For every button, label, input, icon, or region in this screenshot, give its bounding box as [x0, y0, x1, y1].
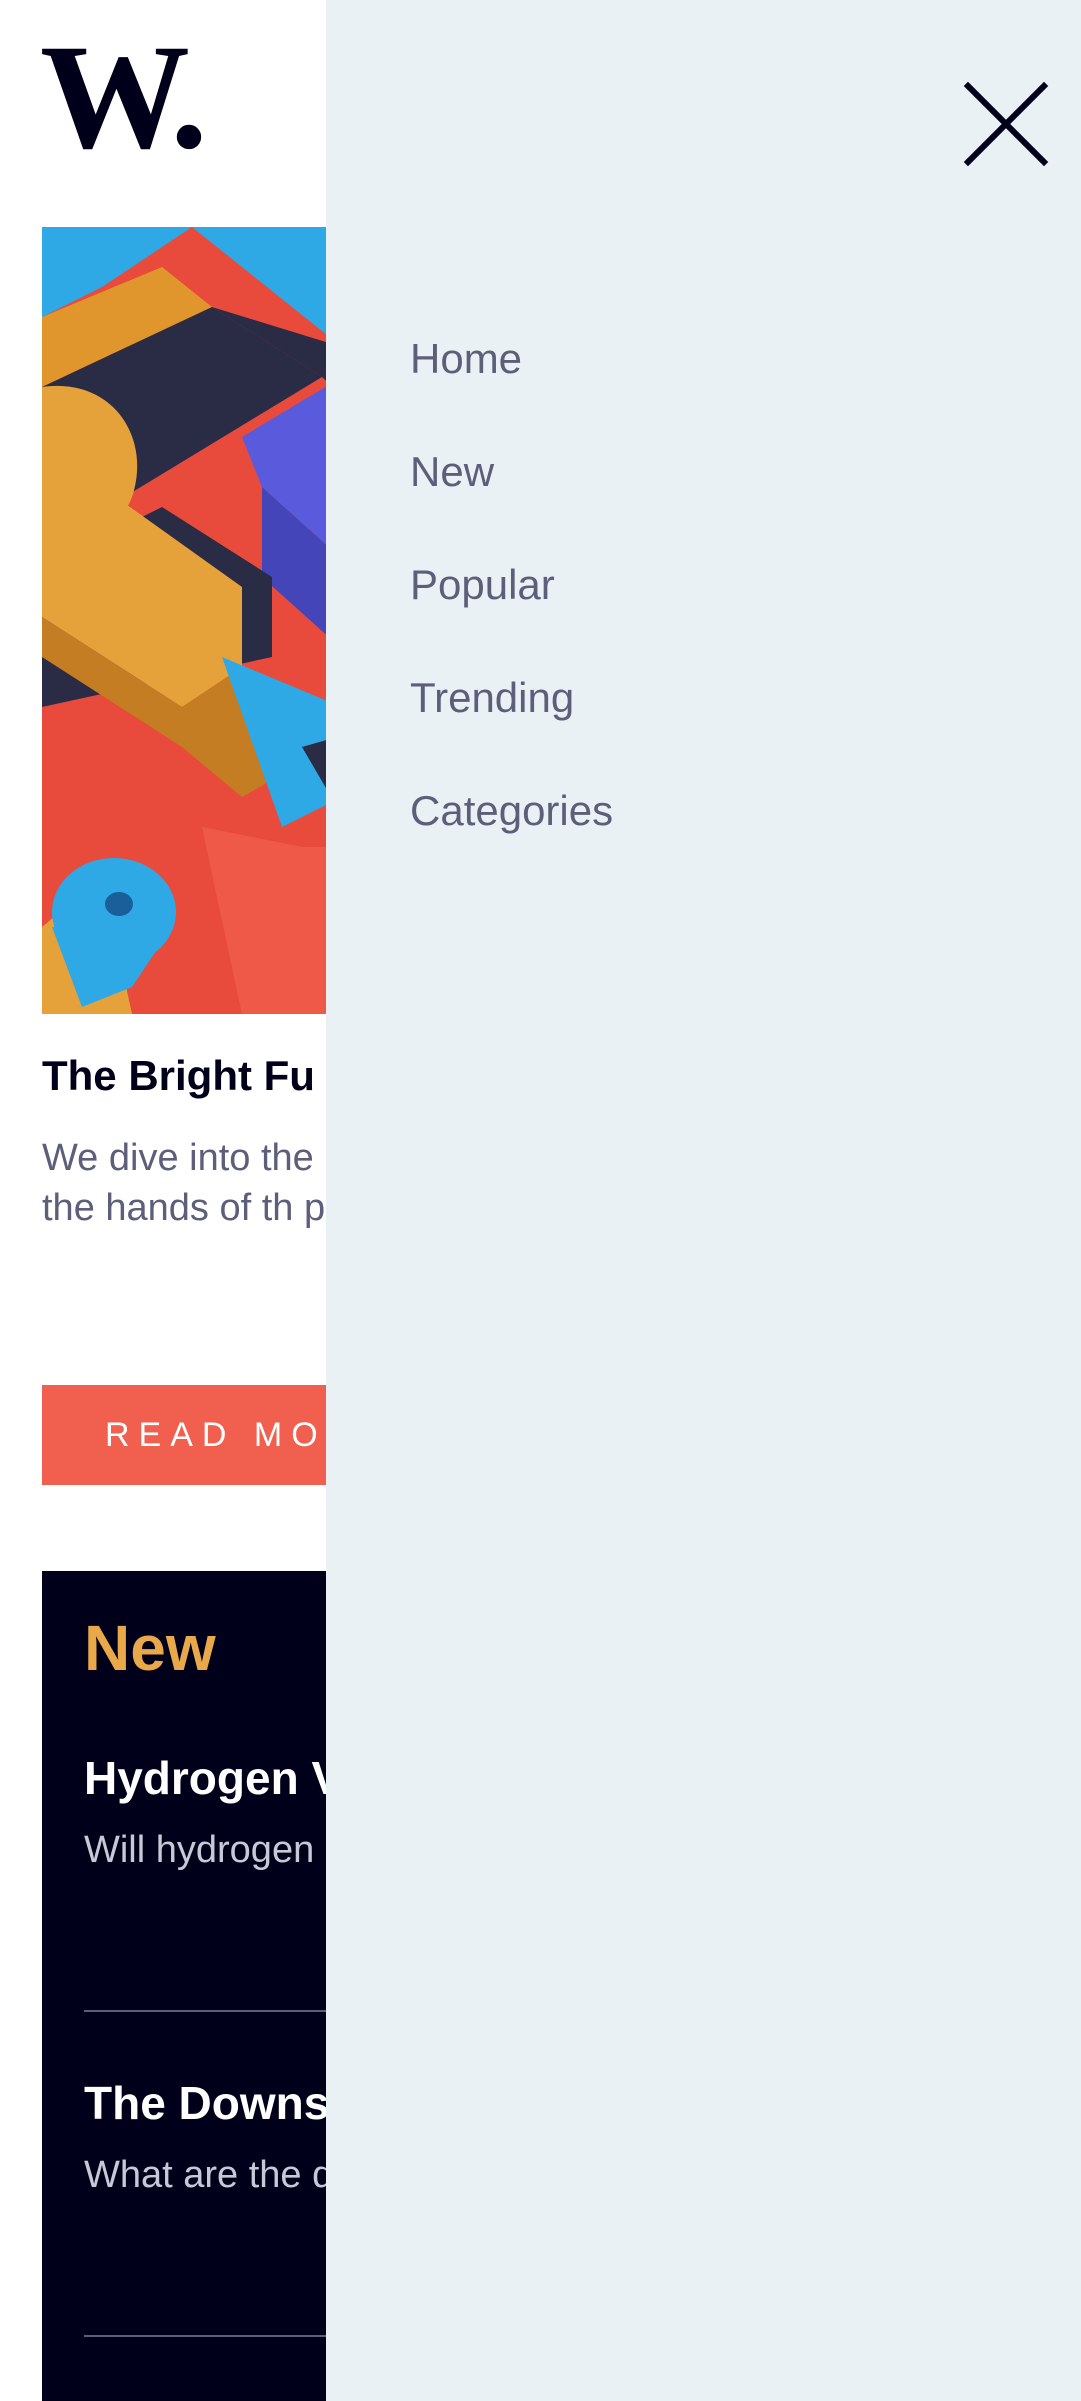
nav-item-popular[interactable]: Popular — [410, 556, 613, 669]
nav-item-trending[interactable]: Trending — [410, 669, 613, 782]
nav-item-new[interactable]: New — [410, 443, 613, 556]
navigation-drawer: Home New Popular Trending Categories — [326, 0, 1081, 2401]
page: W. The Bright Fu We dive into the claims… — [0, 0, 1081, 2401]
close-icon — [963, 81, 1049, 167]
nav-item-categories[interactable]: Categories — [410, 782, 613, 895]
section-heading: New — [84, 1612, 216, 1684]
site-logo[interactable]: W. — [40, 22, 208, 172]
nav-menu: Home New Popular Trending Categories — [410, 330, 613, 895]
nav-item-home[interactable]: Home — [410, 330, 613, 443]
close-menu-button[interactable] — [962, 80, 1050, 168]
